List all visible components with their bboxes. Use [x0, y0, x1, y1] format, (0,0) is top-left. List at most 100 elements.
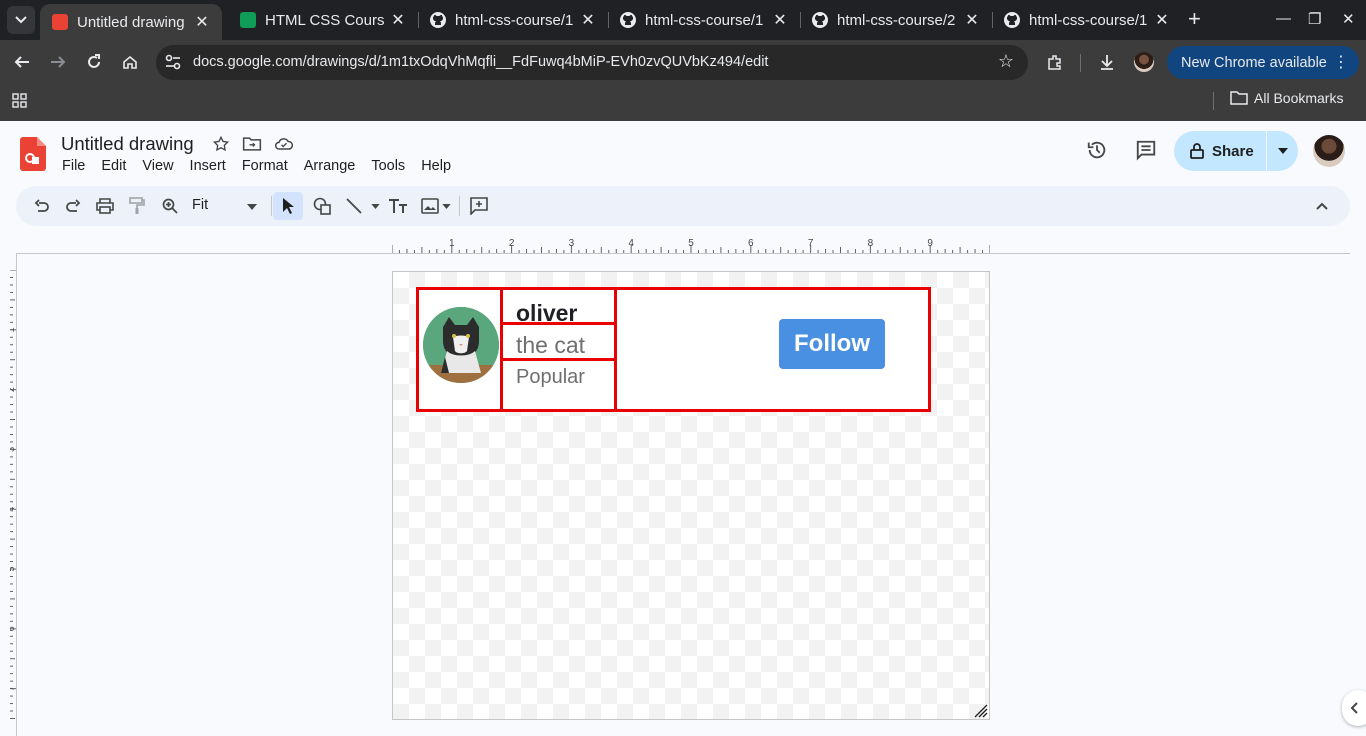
share-options-caret[interactable] [1267, 148, 1298, 154]
close-window-icon[interactable]: ✕ [1342, 10, 1355, 28]
apps-grid-icon[interactable] [12, 93, 28, 109]
collapse-toolbar-icon[interactable] [1310, 194, 1334, 218]
resize-handle-icon[interactable] [974, 704, 988, 718]
line-caret-icon[interactable] [371, 204, 380, 209]
menu-file[interactable]: File [62, 158, 85, 174]
redo-icon[interactable] [61, 194, 85, 218]
menu-help[interactable]: Help [421, 158, 451, 174]
github-icon [1004, 12, 1020, 28]
close-icon[interactable]: ✕ [772, 10, 788, 30]
menu-arrange[interactable]: Arrange [304, 158, 356, 174]
ruler-label: 4 [10, 507, 16, 512]
site-settings-icon[interactable] [164, 53, 182, 71]
insert-image-icon[interactable] [418, 194, 442, 218]
close-icon[interactable]: ✕ [1154, 10, 1170, 30]
restore-icon[interactable]: ❐ [1308, 10, 1321, 28]
forward-icon[interactable] [46, 50, 70, 74]
drawing-canvas[interactable]: oliver the cat Popular Follow [392, 271, 990, 720]
bookmark-star-icon[interactable]: ☆ [998, 51, 1014, 72]
profile-avatar[interactable] [1134, 52, 1154, 72]
tab-title: HTML CSS Course [265, 11, 384, 29]
tab-html-css-course[interactable]: HTML CSS Course ✕ [228, 0, 418, 40]
menu-edit[interactable]: Edit [101, 158, 126, 174]
image-caret-icon[interactable] [442, 204, 451, 209]
tab-title: Untitled drawing [77, 13, 185, 31]
tab-github-2[interactable]: html-css-course/1 ✕ [608, 0, 800, 40]
close-icon[interactable]: ✕ [964, 10, 980, 30]
document-title[interactable]: Untitled drawing [61, 133, 194, 155]
shape-tool-icon[interactable] [310, 194, 334, 218]
all-bookmarks-button[interactable]: All Bookmarks [1230, 90, 1343, 106]
cloud-saved-icon[interactable] [274, 135, 294, 153]
google-sheets-icon [240, 12, 256, 28]
print-icon[interactable] [93, 194, 117, 218]
google-drawings-logo-icon[interactable] [20, 137, 46, 171]
side-panel-toggle[interactable] [1342, 690, 1366, 726]
minimize-icon[interactable]: — [1276, 10, 1291, 27]
chevron-left-icon [1350, 702, 1358, 714]
share-button[interactable]: Share [1174, 131, 1298, 171]
tab-github-4[interactable]: html-css-course/1 ✕ [992, 0, 1182, 40]
card-divider [500, 290, 503, 409]
zoom-icon[interactable] [158, 194, 182, 218]
zoom-select[interactable]: Fit [192, 197, 208, 213]
github-icon [812, 12, 828, 28]
new-chrome-available-button[interactable]: New Chrome available ⋮ [1167, 46, 1359, 79]
update-label: New Chrome available [1181, 54, 1327, 71]
ruler-label: 1 [10, 327, 16, 332]
follow-button[interactable]: Follow [779, 319, 885, 369]
vertical-ruler: 1 2 3 4 5 6 7 [10, 270, 16, 719]
cat-avatar-image[interactable] [423, 307, 499, 383]
close-icon[interactable]: ✕ [390, 10, 406, 30]
tab-title: html-css-course/1 [645, 11, 764, 29]
move-folder-icon[interactable] [242, 135, 262, 153]
address-bar[interactable]: docs.google.com/drawings/d/1m1txOdqVhMqf… [156, 45, 1028, 80]
comments-icon[interactable] [1135, 139, 1157, 161]
tab-search-button[interactable] [7, 6, 35, 34]
ruler-label: 2 [10, 387, 16, 392]
menu-format[interactable]: Format [242, 158, 288, 174]
profile-card[interactable]: oliver the cat Popular Follow [416, 287, 931, 412]
back-icon[interactable] [10, 50, 34, 74]
account-avatar[interactable] [1313, 135, 1345, 167]
line-tool-icon[interactable] [342, 194, 366, 218]
browser-toolbar: docs.google.com/drawings/d/1m1txOdqVhMqf… [0, 40, 1366, 85]
tab-github-1[interactable]: html-css-course/1 ✕ [418, 0, 608, 40]
add-comment-icon[interactable] [467, 194, 491, 218]
profile-tag: Popular [516, 366, 585, 388]
reload-icon[interactable] [82, 50, 106, 74]
drawings-header: Untitled drawing File Edit View Insert F… [0, 121, 1366, 183]
star-icon[interactable] [212, 135, 230, 153]
bookmarks-bar: All Bookmarks [0, 85, 1366, 121]
menu-insert[interactable]: Insert [190, 158, 226, 174]
all-bookmarks-label: All Bookmarks [1254, 90, 1344, 106]
undo-icon[interactable] [30, 194, 54, 218]
share-label: Share [1212, 142, 1254, 160]
ruler-label: 5 [10, 566, 16, 571]
select-tool-icon[interactable] [273, 192, 303, 220]
browser-tab-strip: Untitled drawing ✕ HTML CSS Course ✕ htm… [0, 0, 1366, 40]
horizontal-ruler: 1 2 3 4 5 6 7 8 9 [392, 238, 990, 253]
tab-github-3[interactable]: html-css-course/2 ✕ [800, 0, 992, 40]
menu-tools[interactable]: Tools [371, 158, 405, 174]
tab-title: html-css-course/1 [455, 11, 574, 29]
menu-view[interactable]: View [142, 158, 173, 174]
text-box-icon[interactable] [386, 194, 410, 218]
tab-untitled-drawing[interactable]: Untitled drawing ✕ [40, 4, 222, 40]
close-icon[interactable]: ✕ [580, 10, 596, 30]
extensions-icon[interactable] [1043, 50, 1067, 74]
download-icon[interactable] [1095, 50, 1119, 74]
zoom-caret-icon[interactable] [247, 204, 257, 210]
paint-format-icon[interactable] [125, 194, 149, 218]
close-icon[interactable]: ✕ [194, 12, 210, 32]
url-text: docs.google.com/drawings/d/1m1txOdqVhMqf… [193, 54, 769, 70]
drawing-toolbar: Fit [16, 186, 1350, 226]
ruler-label: 1 [449, 238, 455, 249]
ruler-label: 5 [688, 238, 694, 249]
profile-name: oliver [516, 300, 578, 326]
version-history-icon[interactable] [1086, 139, 1108, 161]
card-divider [614, 290, 617, 409]
ruler-label: 6 [748, 238, 754, 249]
home-icon[interactable] [118, 50, 142, 74]
new-tab-button[interactable]: + [1188, 8, 1201, 30]
